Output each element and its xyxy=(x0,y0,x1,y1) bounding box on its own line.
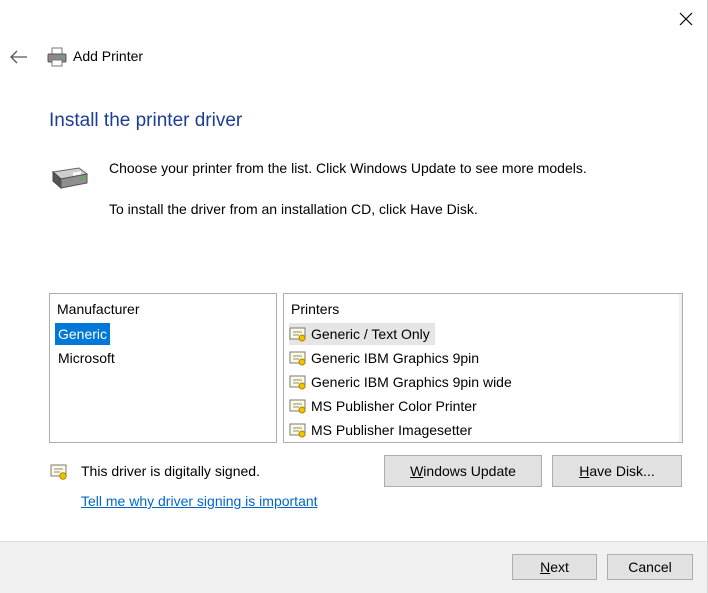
printers-list[interactable]: Printers Generic / Text Only Generic IBM… xyxy=(283,293,683,443)
cancel-button[interactable]: Cancel xyxy=(607,554,693,580)
footer-bar: Next Cancel xyxy=(0,541,707,593)
certificate-icon xyxy=(289,399,306,414)
certificate-icon xyxy=(50,464,67,480)
button-label: indows Update xyxy=(423,463,516,479)
next-button[interactable]: Next xyxy=(512,554,597,580)
manufacturer-item-generic[interactable]: Generic xyxy=(55,323,111,345)
printer-icon xyxy=(47,47,67,67)
printer-item[interactable]: Generic IBM Graphics 9pin wide xyxy=(289,371,517,393)
manufacturer-header: Manufacturer xyxy=(57,301,140,317)
printer-item-label: MS Publisher Color Printer xyxy=(311,398,477,414)
page-heading: Install the printer driver xyxy=(49,110,243,131)
printers-scrollbar[interactable] xyxy=(679,294,682,442)
certificate-icon xyxy=(289,327,306,342)
printer-item-label: Generic IBM Graphics 9pin wide xyxy=(311,374,512,390)
printer-icon xyxy=(51,167,89,190)
manufacturer-list[interactable]: Manufacturer Generic Microsoft xyxy=(49,293,277,443)
printer-item[interactable]: MS Publisher Color Printer xyxy=(289,395,482,417)
driver-signing-info-link[interactable]: Tell me why driver signing is important xyxy=(81,493,318,509)
windows-update-button[interactable]: Windows Update xyxy=(384,455,542,487)
add-printer-window: Add Printer Install the printer driver C… xyxy=(0,0,708,593)
printer-item-label: Generic IBM Graphics 9pin xyxy=(311,350,480,366)
printers-header: Printers xyxy=(291,301,340,317)
printer-item-label: Generic / Text Only xyxy=(311,326,430,342)
back-button[interactable] xyxy=(8,46,30,68)
certificate-icon xyxy=(289,351,306,366)
close-icon xyxy=(679,12,693,26)
description-text: Choose your printer from the list. Click… xyxy=(109,160,587,176)
back-arrow-icon xyxy=(10,50,27,64)
certificate-icon xyxy=(289,423,306,438)
printer-item-label: MS Publisher Imagesetter xyxy=(311,422,473,438)
window-title: Add Printer xyxy=(73,48,144,64)
printer-item[interactable]: Generic / Text Only xyxy=(289,323,435,345)
access-key: W xyxy=(410,463,424,479)
close-button[interactable] xyxy=(674,8,698,30)
certificate-icon xyxy=(289,375,306,390)
access-key: H xyxy=(579,463,590,479)
button-label: ext xyxy=(550,559,569,575)
button-label: ave Disk... xyxy=(589,463,655,479)
manufacturer-item-microsoft[interactable]: Microsoft xyxy=(55,347,118,369)
access-key: N xyxy=(540,559,551,575)
printer-item[interactable]: MS Publisher Imagesetter xyxy=(289,419,477,441)
have-disk-instruction: To install the driver from an installati… xyxy=(109,201,478,217)
driver-signed-status: This driver is digitally signed. xyxy=(81,463,260,479)
printer-item[interactable]: Generic IBM Graphics 9pin xyxy=(289,347,484,369)
have-disk-button[interactable]: Have Disk... xyxy=(552,455,682,487)
